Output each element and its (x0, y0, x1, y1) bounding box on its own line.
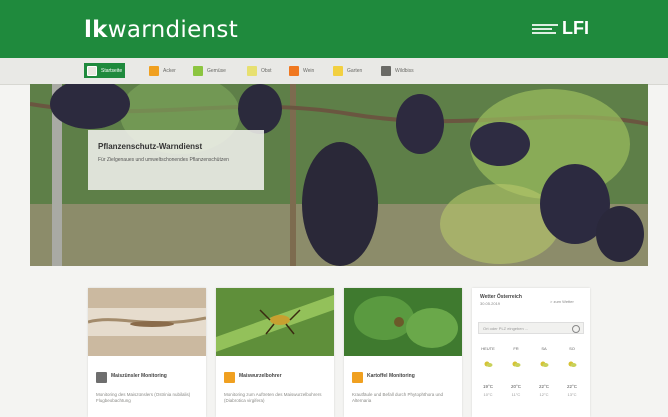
nav-item-acker[interactable]: Acker (146, 63, 179, 78)
acker-icon (149, 65, 159, 76)
weather-date: 30.05.2019 (480, 301, 501, 306)
card-text: Monitoring zum Auftreten des Maiswurzelb… (224, 392, 322, 403)
site-logo[interactable]: lkwarndienst (84, 17, 238, 43)
card-title: Maiswurzelbohrer (239, 373, 282, 379)
logo-bold: lk (84, 17, 108, 43)
cloud-sun-icon (484, 361, 493, 367)
weather-temp-high: 22°C (566, 384, 578, 389)
card-kartoffel[interactable]: Kartoffel Monitoring Krautfäule und Befa… (344, 288, 462, 417)
nav-item-wildbiss[interactable]: Wildbiss (378, 63, 417, 78)
card-title: Maiszünsler Monitoring (111, 373, 167, 379)
cloud-sun-icon (540, 361, 549, 367)
weather-search-input[interactable]: Ort oder PLZ eingeben ... (478, 322, 584, 334)
card-category-icon (352, 372, 363, 383)
partner-logo-text: LFI (562, 18, 589, 38)
weather-temp-low: 13°C (567, 392, 577, 397)
card-image (88, 288, 206, 356)
wein-icon (289, 65, 299, 76)
obst-icon (247, 65, 257, 76)
nav-label: Gemüse (207, 67, 226, 74)
nav-label: Acker (163, 67, 176, 74)
main-navigation: Startseite Acker Gemüse Obst Wein Garten… (0, 58, 668, 85)
hero-banner: Pflanzenschutz-Warndienst Für Zielgenaue… (30, 84, 648, 266)
nav-item-obst[interactable]: Obst (244, 63, 275, 78)
nav-label: Garten (347, 67, 363, 74)
weather-link[interactable]: > zum Wetter (550, 299, 574, 304)
nav-label: Obst (261, 67, 272, 74)
weather-temp-low: 10°C (483, 392, 493, 397)
weather-day-label: SA (541, 346, 547, 351)
home-icon (87, 65, 97, 76)
weather-temp-low: 12°C (539, 392, 549, 397)
nav-item-startseite[interactable]: Startseite (84, 63, 126, 78)
weather-temp-low: 11°C (511, 392, 521, 397)
search-icon[interactable] (572, 325, 580, 333)
nav-item-garten[interactable]: Garten (330, 63, 365, 78)
weather-search-placeholder: Ort oder PLZ eingeben ... (483, 326, 529, 331)
logo-rest: warndienst (107, 17, 239, 43)
weather-day-label: FR (513, 346, 519, 351)
partner-logo[interactable]: LFI (532, 18, 589, 39)
site-header: lkwarndienst LFI (0, 0, 668, 58)
weather-widget: Wetter Österreich 30.05.2019 > zum Wette… (472, 288, 590, 417)
card-maiszuensler[interactable]: Maiszünsler Monitoring Monitoring des Ma… (88, 288, 206, 417)
nav-item-gemuese[interactable]: Gemüse (190, 63, 229, 78)
hero-title: Pflanzenschutz-Warndienst (98, 142, 203, 151)
wildbiss-icon (381, 65, 391, 76)
weather-day-label: HEUTE (481, 346, 495, 351)
card-text: Monitoring des Maiszünslers (Ostrinia nu… (96, 392, 191, 403)
weather-day-label: SO (569, 346, 575, 351)
weather-temp-high: 22°C (538, 384, 550, 389)
card-text: Krautfäule und Befall durch Phytophthora… (352, 392, 444, 403)
nav-item-wein[interactable]: Wein (286, 63, 317, 78)
weather-temp-high: 20°C (510, 384, 522, 389)
weather-title: Wetter Österreich (480, 294, 522, 300)
hero-textbox: Pflanzenschutz-Warndienst Für Zielgenaue… (88, 130, 264, 190)
nav-label: Wein (303, 67, 315, 74)
card-maiswurzelbohrer[interactable]: Maiswurzelbohrer Monitoring zum Auftrete… (216, 288, 334, 417)
nav-label: Wildbiss (395, 67, 414, 74)
card-image (216, 288, 334, 356)
weather-temp-high: 19°C (482, 384, 494, 389)
partner-logo-mark (532, 20, 558, 38)
hero-subtitle: Für Zielgenaues und umweltschonendes Pfl… (98, 157, 229, 163)
cloud-sun-icon (512, 361, 521, 367)
card-category-icon (224, 372, 235, 383)
garten-icon (333, 65, 343, 76)
nav-label: Startseite (101, 67, 123, 74)
card-title: Kartoffel Monitoring (367, 373, 415, 379)
card-image (344, 288, 462, 356)
cloud-sun-icon (568, 361, 577, 367)
card-category-icon (96, 372, 107, 383)
gemuese-icon (193, 65, 203, 76)
